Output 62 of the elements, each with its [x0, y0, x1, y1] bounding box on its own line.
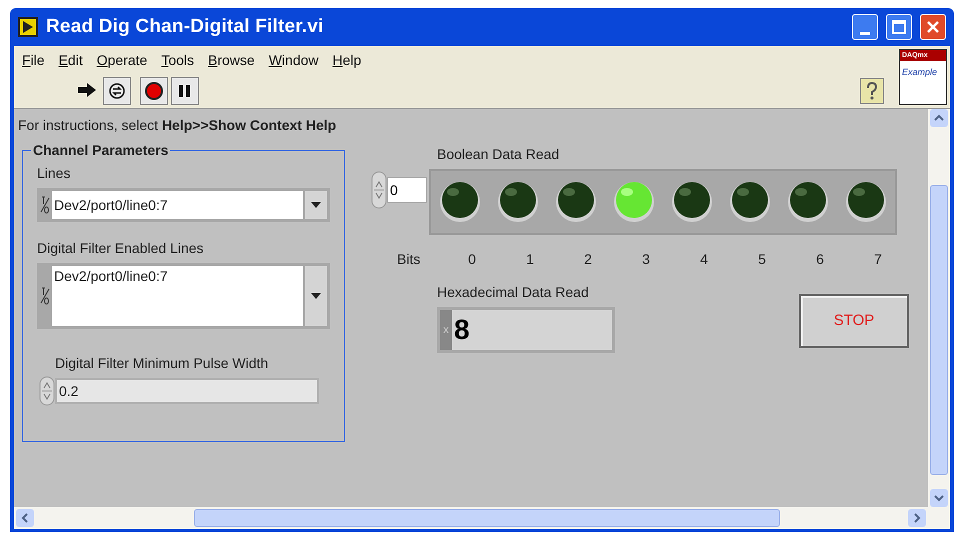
scroll-up-icon: [930, 109, 948, 127]
loop-arrows-icon: [107, 81, 127, 101]
indicator-label: Boolean Data Read: [437, 145, 560, 164]
vertical-scrollbar[interactable]: [928, 109, 950, 507]
instructions-text: For instructions, select Help>>Show Context Help: [18, 116, 338, 135]
bit-number: 0: [467, 250, 477, 269]
scroll-down-icon: [930, 489, 948, 507]
run-arrow-icon: [18, 17, 38, 37]
menu-item[interactable]: File: [22, 50, 45, 70]
field-label: Lines: [37, 164, 72, 183]
field-label: Digital Filter Minimum Pulse Width: [55, 354, 270, 373]
bit-number: 3: [641, 250, 651, 269]
bit-number: 2: [583, 250, 593, 269]
maximize-icon: [892, 20, 906, 34]
pulse-width-field[interactable]: 0.2: [55, 378, 319, 404]
menu-item[interactable]: Help: [332, 50, 362, 70]
window-title: Read Dig Chan-Digital Filter.vi: [46, 14, 324, 39]
bit-number: 1: [525, 250, 535, 269]
menu-item[interactable]: Window: [268, 50, 319, 70]
run-continuously-button[interactable]: [103, 77, 131, 105]
logo-subtitle: Example: [901, 66, 938, 79]
menu-item[interactable]: Operate: [96, 50, 148, 70]
scrollbar-thumb[interactable]: [930, 185, 948, 475]
dropdown-arrow-icon: [311, 202, 321, 208]
scroll-right-icon: [908, 509, 926, 527]
abort-button[interactable]: [140, 77, 168, 105]
scrollbar-thumb[interactable]: [194, 509, 780, 527]
indicator-label: Hexadecimal Data Read: [437, 283, 590, 302]
bits-label: Bits: [396, 250, 422, 269]
field-value: Dev2/port0/line0:7: [52, 191, 303, 219]
dropdown-arrow-icon: [311, 293, 321, 299]
scroll-left-icon: [16, 509, 34, 527]
maximize-button[interactable]: [886, 14, 912, 40]
bit-number: 7: [873, 250, 883, 269]
increment-decrement-icon[interactable]: [39, 376, 55, 406]
field-value: Dev2/port0/line0:7: [52, 266, 303, 326]
minimize-button[interactable]: [852, 14, 878, 40]
filter-lines-field[interactable]: Dev2/port0/line0:7: [37, 263, 330, 329]
hex-value: 8: [452, 310, 612, 350]
question-mark-icon: [866, 82, 878, 100]
help-button[interactable]: [860, 78, 884, 104]
lines-field[interactable]: Dev2/port0/line0:7: [37, 188, 330, 222]
bit-number: 5: [757, 250, 767, 269]
horizontal-scrollbar[interactable]: [14, 507, 950, 529]
io-icon: [40, 194, 50, 216]
increment-decrement-icon[interactable]: [371, 171, 387, 209]
io-icon: [40, 285, 50, 307]
menu-item[interactable]: Edit: [58, 50, 83, 70]
minimize-icon: [860, 32, 870, 35]
stop-sign-icon: [144, 81, 164, 101]
radix-label: x: [440, 310, 452, 350]
arrow-icon: [77, 82, 97, 98]
menu-item[interactable]: Browse: [208, 50, 255, 70]
pause-icon: [178, 84, 192, 98]
menu-item[interactable]: Tools: [161, 50, 194, 70]
close-icon: [926, 20, 940, 34]
field-label: Digital Filter Enabled Lines: [37, 239, 205, 258]
array-index-field[interactable]: 0: [387, 177, 427, 203]
bit-number: 6: [815, 250, 825, 269]
pause-button[interactable]: [171, 77, 199, 105]
close-button[interactable]: [920, 14, 946, 40]
bit-number: 4: [699, 250, 709, 269]
